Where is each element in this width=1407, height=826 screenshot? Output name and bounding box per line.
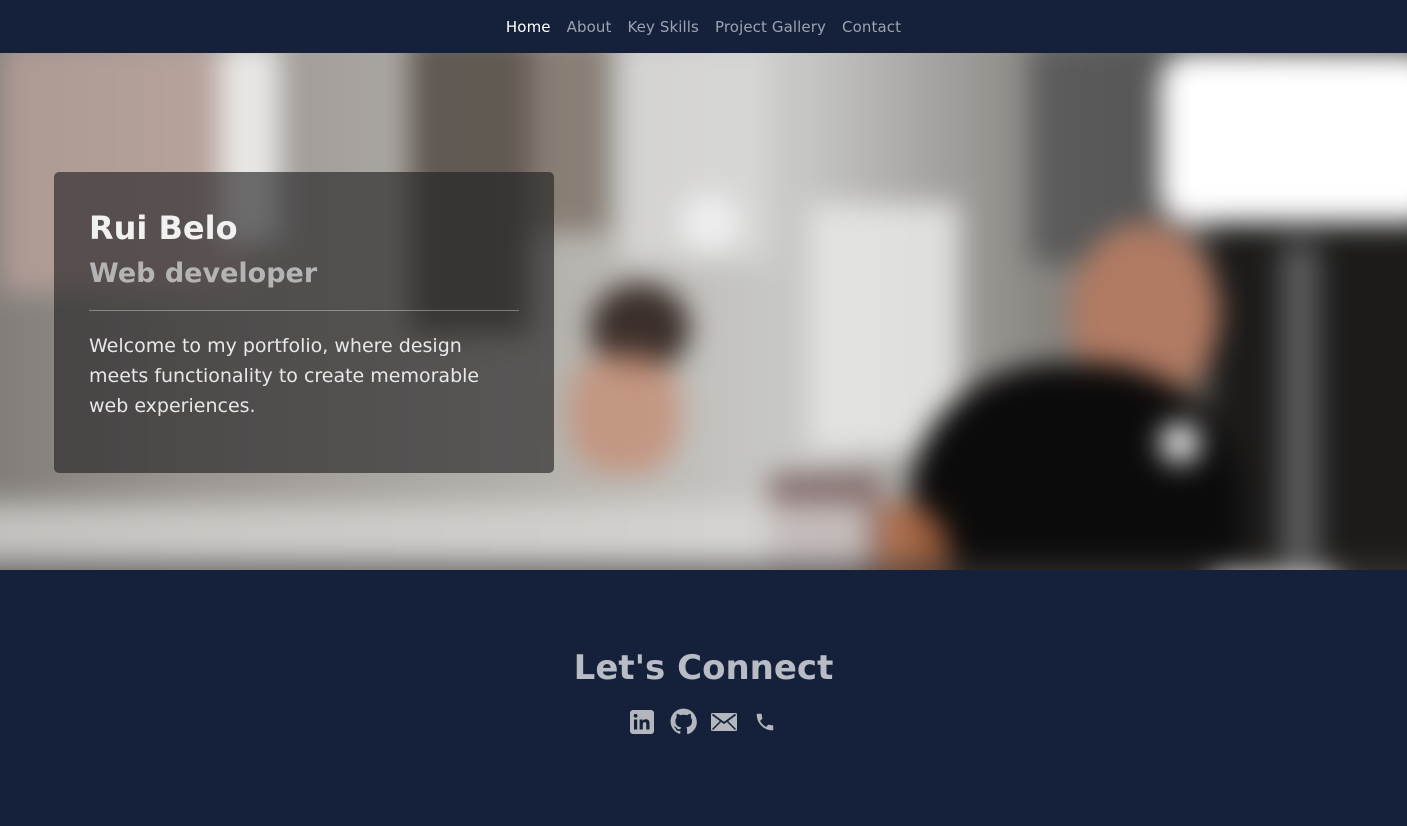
top-navbar: Home About Key Skills Project Gallery Co…: [0, 0, 1407, 53]
phone-icon[interactable]: [752, 708, 779, 735]
nav-contact[interactable]: Contact: [842, 18, 901, 36]
github-icon[interactable]: [670, 708, 697, 735]
hero-welcome-text: Welcome to my portfolio, where design me…: [89, 335, 480, 417]
hero-role: Web developer: [89, 258, 318, 289]
connect-section: Let's Connect: [0, 570, 1407, 826]
connect-title: Let's Connect: [573, 648, 834, 688]
email-icon[interactable]: [711, 708, 738, 735]
hero-name: Rui Belo: [89, 209, 238, 247]
hero-intro-card: Rui Belo Web developer Welcome to my por…: [54, 172, 554, 473]
linkedin-icon[interactable]: [629, 708, 656, 735]
hero-divider: [89, 310, 519, 311]
nav-key-skills[interactable]: Key Skills: [627, 18, 699, 36]
nav-home[interactable]: Home: [506, 18, 551, 36]
nav-about[interactable]: About: [567, 18, 612, 36]
hero-section: Rui Belo Web developer Welcome to my por…: [0, 53, 1407, 570]
social-links: [0, 708, 1407, 735]
nav-project-gallery[interactable]: Project Gallery: [715, 18, 826, 36]
